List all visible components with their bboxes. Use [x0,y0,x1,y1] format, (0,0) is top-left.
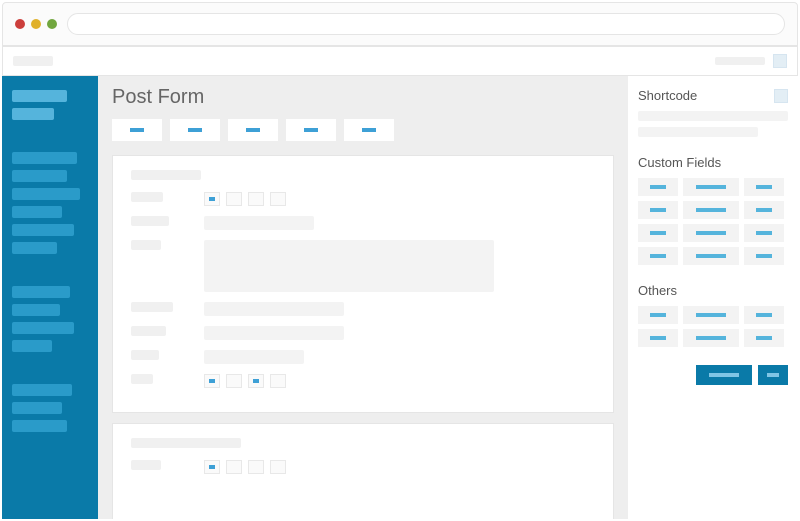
sidebar-item[interactable] [12,304,60,316]
field-label [131,374,153,384]
sidebar-item[interactable] [12,340,52,352]
toggle-option[interactable] [270,192,286,206]
toolbar-placeholder [13,56,53,66]
sidebar-item[interactable] [12,322,74,334]
panel-title-placeholder [131,438,241,448]
admin-sidebar [2,76,98,519]
field-chip[interactable] [683,306,739,324]
close-window-icon[interactable] [15,19,25,29]
toggle-option[interactable] [226,374,242,388]
toolbar-toggle-icon[interactable] [773,54,787,68]
field-chip[interactable] [683,247,739,265]
toggle-option[interactable] [226,460,242,474]
sidebar-item[interactable] [12,90,67,102]
field-chip[interactable] [744,224,784,242]
custom-fields-title: Custom Fields [638,155,721,170]
toggle-option[interactable] [204,460,220,474]
textarea-input[interactable] [204,240,494,292]
toggle-option[interactable] [248,460,264,474]
field-label [131,350,159,360]
shortcode-line [638,111,788,121]
tab-row [112,119,614,141]
tab[interactable] [112,119,162,141]
sidebar-item[interactable] [12,420,67,432]
text-input[interactable] [204,326,344,340]
page-title: Post Form [112,86,614,109]
sidebar-item[interactable] [12,224,74,236]
secondary-button[interactable] [758,365,788,385]
sidebar-item[interactable] [12,384,72,396]
sidebar-item[interactable] [12,286,70,298]
toolbar-right-placeholder [715,57,765,65]
shortcode-title: Shortcode [638,88,697,103]
save-button[interactable] [696,365,752,385]
tab[interactable] [344,119,394,141]
toggle-group [204,460,595,474]
url-bar[interactable] [67,13,785,35]
form-panel [112,155,614,413]
field-chip[interactable] [744,247,784,265]
toggle-option[interactable] [270,374,286,388]
field-chip[interactable] [683,224,739,242]
field-chip[interactable] [683,329,739,347]
toggle-group [204,192,595,206]
sidebar-item[interactable] [12,402,62,414]
others-grid [638,306,788,347]
text-input[interactable] [204,216,314,230]
text-input[interactable] [204,350,304,364]
right-sidebar: Shortcode Custom Fields Others [628,76,798,519]
toggle-group [204,374,595,388]
field-chip[interactable] [744,306,784,324]
others-title: Others [638,283,677,298]
panel-title-placeholder [131,170,201,180]
field-chip[interactable] [683,201,739,219]
field-chip[interactable] [744,178,784,196]
toggle-option[interactable] [204,192,220,206]
custom-fields-grid [638,178,788,265]
field-chip[interactable] [744,329,784,347]
toggle-option[interactable] [270,460,286,474]
field-label [131,302,173,312]
browser-chrome [2,2,798,46]
main-content: Post Form [98,76,628,519]
section-toggle-icon[interactable] [774,89,788,103]
field-chip[interactable] [683,178,739,196]
toggle-option[interactable] [248,192,264,206]
minimize-window-icon[interactable] [31,19,41,29]
shortcode-line [638,127,758,137]
sidebar-item[interactable] [12,242,57,254]
maximize-window-icon[interactable] [47,19,57,29]
field-label [131,326,166,336]
admin-toolbar [2,46,798,76]
field-chip[interactable] [638,178,678,196]
sidebar-item[interactable] [12,206,62,218]
sidebar-item[interactable] [12,108,54,120]
field-chip[interactable] [638,329,678,347]
text-input[interactable] [204,302,344,316]
field-chip[interactable] [638,247,678,265]
field-chip[interactable] [744,201,784,219]
field-chip[interactable] [638,201,678,219]
toggle-option[interactable] [204,374,220,388]
toggle-option[interactable] [226,192,242,206]
field-label [131,460,161,470]
toggle-option[interactable] [248,374,264,388]
tab[interactable] [170,119,220,141]
form-panel-2 [112,423,614,519]
sidebar-item[interactable] [12,152,77,164]
tab[interactable] [286,119,336,141]
field-label [131,216,169,226]
field-chip[interactable] [638,306,678,324]
field-label [131,240,161,250]
window-controls [15,19,57,29]
sidebar-item[interactable] [12,170,67,182]
field-chip[interactable] [638,224,678,242]
tab[interactable] [228,119,278,141]
sidebar-item[interactable] [12,188,80,200]
field-label [131,192,163,202]
